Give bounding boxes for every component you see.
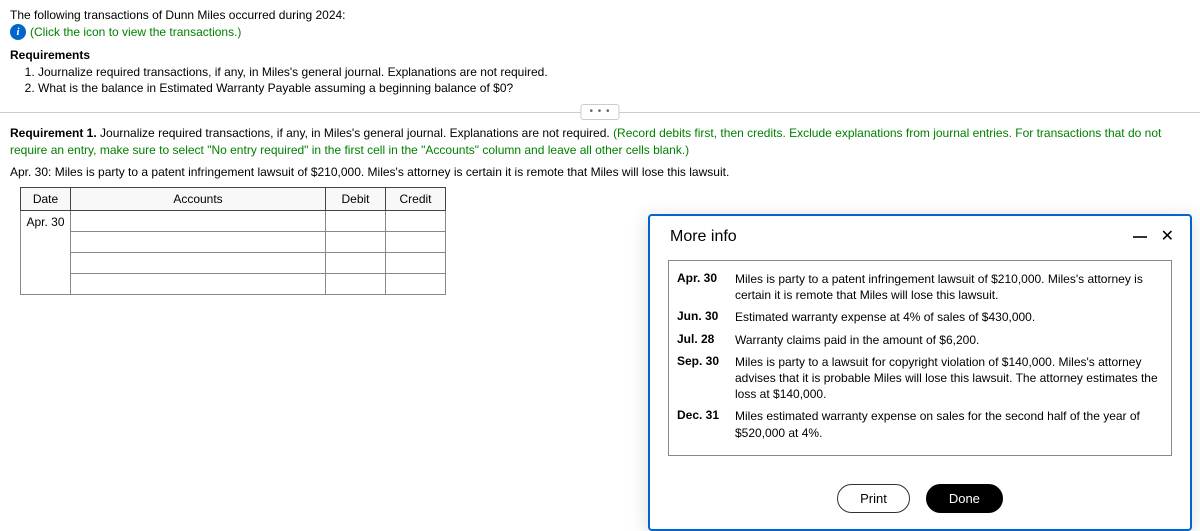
- close-icon[interactable]: ✕: [1161, 229, 1174, 245]
- debit-input[interactable]: [326, 211, 385, 231]
- req1-text: Journalize required transactions, if any…: [97, 126, 613, 140]
- info-row: Sep. 30Miles is party to a lawsuit for c…: [677, 354, 1163, 403]
- done-button[interactable]: Done: [926, 484, 1003, 513]
- accounts-input[interactable]: [71, 253, 325, 273]
- info-text: Warranty claims paid in the amount of $6…: [735, 332, 1163, 348]
- journal-table: Date Accounts Debit Credit Apr. 30: [20, 187, 446, 295]
- print-button[interactable]: Print: [837, 484, 910, 513]
- info-icon[interactable]: i: [10, 24, 26, 40]
- modal-footer: Print Done: [650, 470, 1190, 529]
- info-row: Jul. 28Warranty claims paid in the amoun…: [677, 332, 1163, 348]
- accounts-input[interactable]: [71, 232, 325, 252]
- minimize-icon[interactable]: [1133, 236, 1147, 238]
- accounts-input[interactable]: [71, 211, 325, 231]
- credit-input[interactable]: [386, 274, 445, 294]
- credit-input[interactable]: [386, 211, 445, 231]
- table-row: [21, 273, 446, 294]
- table-row: [21, 252, 446, 273]
- info-date: Jul. 28: [677, 332, 735, 346]
- info-date: Dec. 31: [677, 408, 735, 422]
- info-date: Apr. 30: [677, 271, 735, 285]
- debit-input[interactable]: [326, 274, 385, 294]
- col-header-credit: Credit: [386, 187, 446, 210]
- ellipsis-icon[interactable]: • • •: [580, 104, 619, 120]
- table-row: Apr. 30: [21, 210, 446, 231]
- info-row: Dec. 31Miles estimated warranty expense …: [677, 408, 1163, 440]
- col-header-debit: Debit: [326, 187, 386, 210]
- modal-header: More info ✕: [650, 216, 1190, 260]
- requirements-title: Requirements: [10, 48, 1190, 62]
- credit-input[interactable]: [386, 253, 445, 273]
- requirement-1: Journalize required transactions, if any…: [38, 64, 1190, 80]
- col-header-date: Date: [21, 187, 71, 210]
- debit-input[interactable]: [326, 232, 385, 252]
- intro-text: The following transactions of Dunn Miles…: [10, 8, 1190, 22]
- info-text: Miles estimated warranty expense on sale…: [735, 408, 1163, 440]
- apr30-transaction-text: Apr. 30: Miles is party to a patent infr…: [10, 165, 1190, 179]
- date-cell: Apr. 30: [21, 210, 71, 294]
- req1-label: Requirement 1.: [10, 126, 97, 140]
- click-hint-line: i (Click the icon to view the transactio…: [10, 24, 1190, 40]
- requirement-2: What is the balance in Estimated Warrant…: [38, 80, 1190, 96]
- info-date: Sep. 30: [677, 354, 735, 368]
- credit-input[interactable]: [386, 232, 445, 252]
- info-text: Miles is party to a lawsuit for copyrigh…: [735, 354, 1163, 403]
- info-text: Estimated warranty expense at 4% of sale…: [735, 309, 1163, 325]
- col-header-accounts: Accounts: [71, 187, 326, 210]
- requirements-block: Requirements Journalize required transac…: [10, 48, 1190, 96]
- more-info-modal: More info ✕ Apr. 30Miles is party to a p…: [648, 214, 1192, 531]
- modal-title: More info: [670, 228, 737, 246]
- debit-input[interactable]: [326, 253, 385, 273]
- table-row: [21, 231, 446, 252]
- info-row: Jun. 30Estimated warranty expense at 4% …: [677, 309, 1163, 325]
- info-date: Jun. 30: [677, 309, 735, 323]
- req1-instruction: Requirement 1. Journalize required trans…: [10, 125, 1190, 159]
- info-row: Apr. 30Miles is party to a patent infrin…: [677, 271, 1163, 303]
- accounts-input[interactable]: [71, 274, 325, 294]
- click-hint-text: (Click the icon to view the transactions…: [30, 25, 241, 39]
- transactions-frame: Apr. 30Miles is party to a patent infrin…: [668, 260, 1172, 456]
- problem-header: The following transactions of Dunn Miles…: [0, 0, 1200, 100]
- info-text: Miles is party to a patent infringement …: [735, 271, 1163, 303]
